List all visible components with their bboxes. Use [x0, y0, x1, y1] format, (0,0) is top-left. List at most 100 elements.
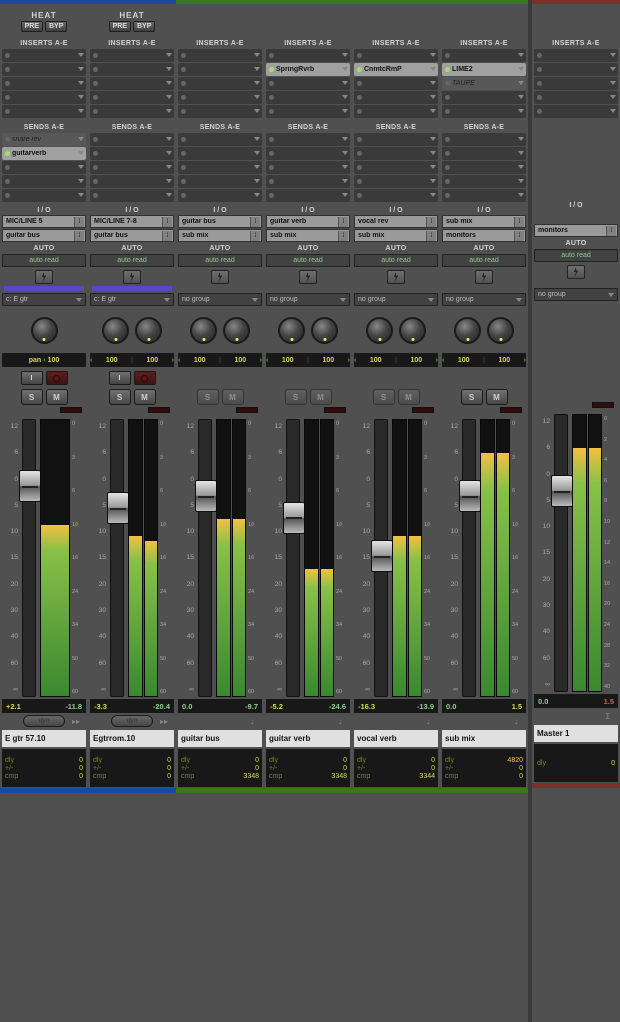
slot[interactable]: [442, 105, 526, 118]
solo-button[interactable]: S: [197, 389, 219, 405]
pan-knob[interactable]: [31, 317, 58, 344]
level-readout[interactable]: 0.01.5: [442, 699, 526, 713]
pan-knob[interactable]: [278, 317, 305, 344]
slot[interactable]: [354, 133, 438, 146]
slot[interactable]: TAUPE: [442, 77, 526, 90]
slot[interactable]: [178, 175, 262, 188]
pan-knob[interactable]: [223, 317, 250, 344]
slot[interactable]: [442, 147, 526, 160]
pan-knob[interactable]: [454, 317, 481, 344]
io-output[interactable]: sub mix⁞: [266, 229, 350, 242]
slot[interactable]: [354, 189, 438, 202]
slot[interactable]: [178, 91, 262, 104]
io-assign-icon[interactable]: ⁞: [74, 231, 84, 241]
sum-icon[interactable]: Σ: [600, 710, 616, 722]
mute-button[interactable]: M: [46, 389, 68, 405]
slot[interactable]: [442, 133, 526, 146]
fader-track[interactable]: [286, 419, 300, 697]
io-assign-icon[interactable]: ⁞: [514, 217, 524, 227]
group-selector[interactable]: no group: [266, 293, 350, 306]
mute-button[interactable]: M: [310, 389, 332, 405]
slot[interactable]: [266, 133, 350, 146]
fader-cap[interactable]: [283, 502, 305, 534]
heat-pre-button[interactable]: PRE: [21, 21, 43, 32]
slot[interactable]: [442, 161, 526, 174]
slot[interactable]: guitarverb: [2, 147, 86, 160]
group-selector[interactable]: c: E gtr: [90, 293, 174, 306]
slot[interactable]: [178, 105, 262, 118]
fader-cap[interactable]: [551, 475, 573, 507]
delay-compensation[interactable]: dly0: [534, 744, 618, 782]
slot[interactable]: [2, 105, 86, 118]
mute-button[interactable]: M: [486, 389, 508, 405]
slot[interactable]: [442, 49, 526, 62]
clip-indicator[interactable]: [592, 402, 614, 408]
output-arrow-icon[interactable]: ↓: [244, 715, 260, 727]
input-monitor-button[interactable]: I: [109, 371, 131, 385]
delay-compensation[interactable]: dly4820+/-0cmp0: [442, 749, 526, 787]
slot[interactable]: [178, 49, 262, 62]
slot[interactable]: [266, 105, 350, 118]
solo-button[interactable]: S: [285, 389, 307, 405]
next-playlist-icon[interactable]: ▸▸: [68, 715, 84, 727]
fader-cap[interactable]: [371, 540, 393, 572]
slot[interactable]: [354, 161, 438, 174]
slot[interactable]: [534, 77, 618, 90]
delay-compensation[interactable]: dly0+/-0cmp3348: [266, 749, 350, 787]
group-selector[interactable]: no group: [178, 293, 262, 306]
prev-playlist-icon[interactable]: [92, 715, 108, 727]
solo-button[interactable]: S: [373, 389, 395, 405]
elastic-audio-button[interactable]: [567, 265, 585, 279]
fader-cap[interactable]: [459, 480, 481, 512]
slot[interactable]: [354, 49, 438, 62]
slot[interactable]: LIME2: [442, 63, 526, 76]
slot[interactable]: [266, 147, 350, 160]
io-input[interactable]: MIC/LINE 5⁞: [2, 215, 86, 228]
slot[interactable]: CnmtcRmP: [354, 63, 438, 76]
solo-button[interactable]: S: [461, 389, 483, 405]
track-name[interactable]: sub mix: [442, 730, 526, 747]
level-readout[interactable]: +2.1-11.8: [2, 699, 86, 713]
slot[interactable]: [2, 161, 86, 174]
automation-mode[interactable]: auto read: [442, 254, 526, 267]
slot[interactable]: [354, 77, 438, 90]
slot[interactable]: [178, 161, 262, 174]
slot[interactable]: [178, 147, 262, 160]
slot[interactable]: [90, 133, 174, 146]
slot[interactable]: [90, 91, 174, 104]
slot[interactable]: [178, 77, 262, 90]
delay-compensation[interactable]: dly0+/-0cmp3348: [178, 749, 262, 787]
io-output[interactable]: monitors⁞: [534, 224, 618, 237]
heat-bypass-button[interactable]: BYP: [133, 21, 155, 32]
pan-knob[interactable]: [399, 317, 426, 344]
io-assign-icon[interactable]: ⁞: [338, 217, 348, 227]
playlist-button[interactable]: dyn: [23, 715, 65, 727]
slot[interactable]: [178, 133, 262, 146]
mute-button[interactable]: M: [222, 389, 244, 405]
fader-cap[interactable]: [19, 470, 41, 502]
slot[interactable]: [2, 189, 86, 202]
io-output[interactable]: guitar bus⁞: [90, 229, 174, 242]
io-output[interactable]: sub mix⁞: [178, 229, 262, 242]
input-monitor-button[interactable]: I: [21, 371, 43, 385]
slot[interactable]: [266, 77, 350, 90]
io-output[interactable]: guitar bus⁞: [2, 229, 86, 242]
track-name[interactable]: Egtrrom.10: [90, 730, 174, 747]
delay-compensation[interactable]: dly0+/-0cmp0: [90, 749, 174, 787]
pan-value[interactable]: ‹100|100›: [266, 353, 350, 367]
elastic-audio-button[interactable]: [387, 270, 405, 284]
io-assign-icon[interactable]: ⁞: [162, 217, 172, 227]
io-assign-icon[interactable]: ⁞: [250, 217, 260, 227]
slot[interactable]: [90, 105, 174, 118]
slot[interactable]: [90, 175, 174, 188]
track-name[interactable]: Master 1: [534, 725, 618, 742]
fader-track[interactable]: [110, 419, 124, 697]
mute-button[interactable]: M: [398, 389, 420, 405]
fader-track[interactable]: [22, 419, 36, 697]
slot[interactable]: [442, 175, 526, 188]
solo-button[interactable]: S: [21, 389, 43, 405]
fader-track[interactable]: [462, 419, 476, 697]
slot[interactable]: [90, 49, 174, 62]
clip-indicator[interactable]: [500, 407, 522, 413]
clip-indicator[interactable]: [412, 407, 434, 413]
